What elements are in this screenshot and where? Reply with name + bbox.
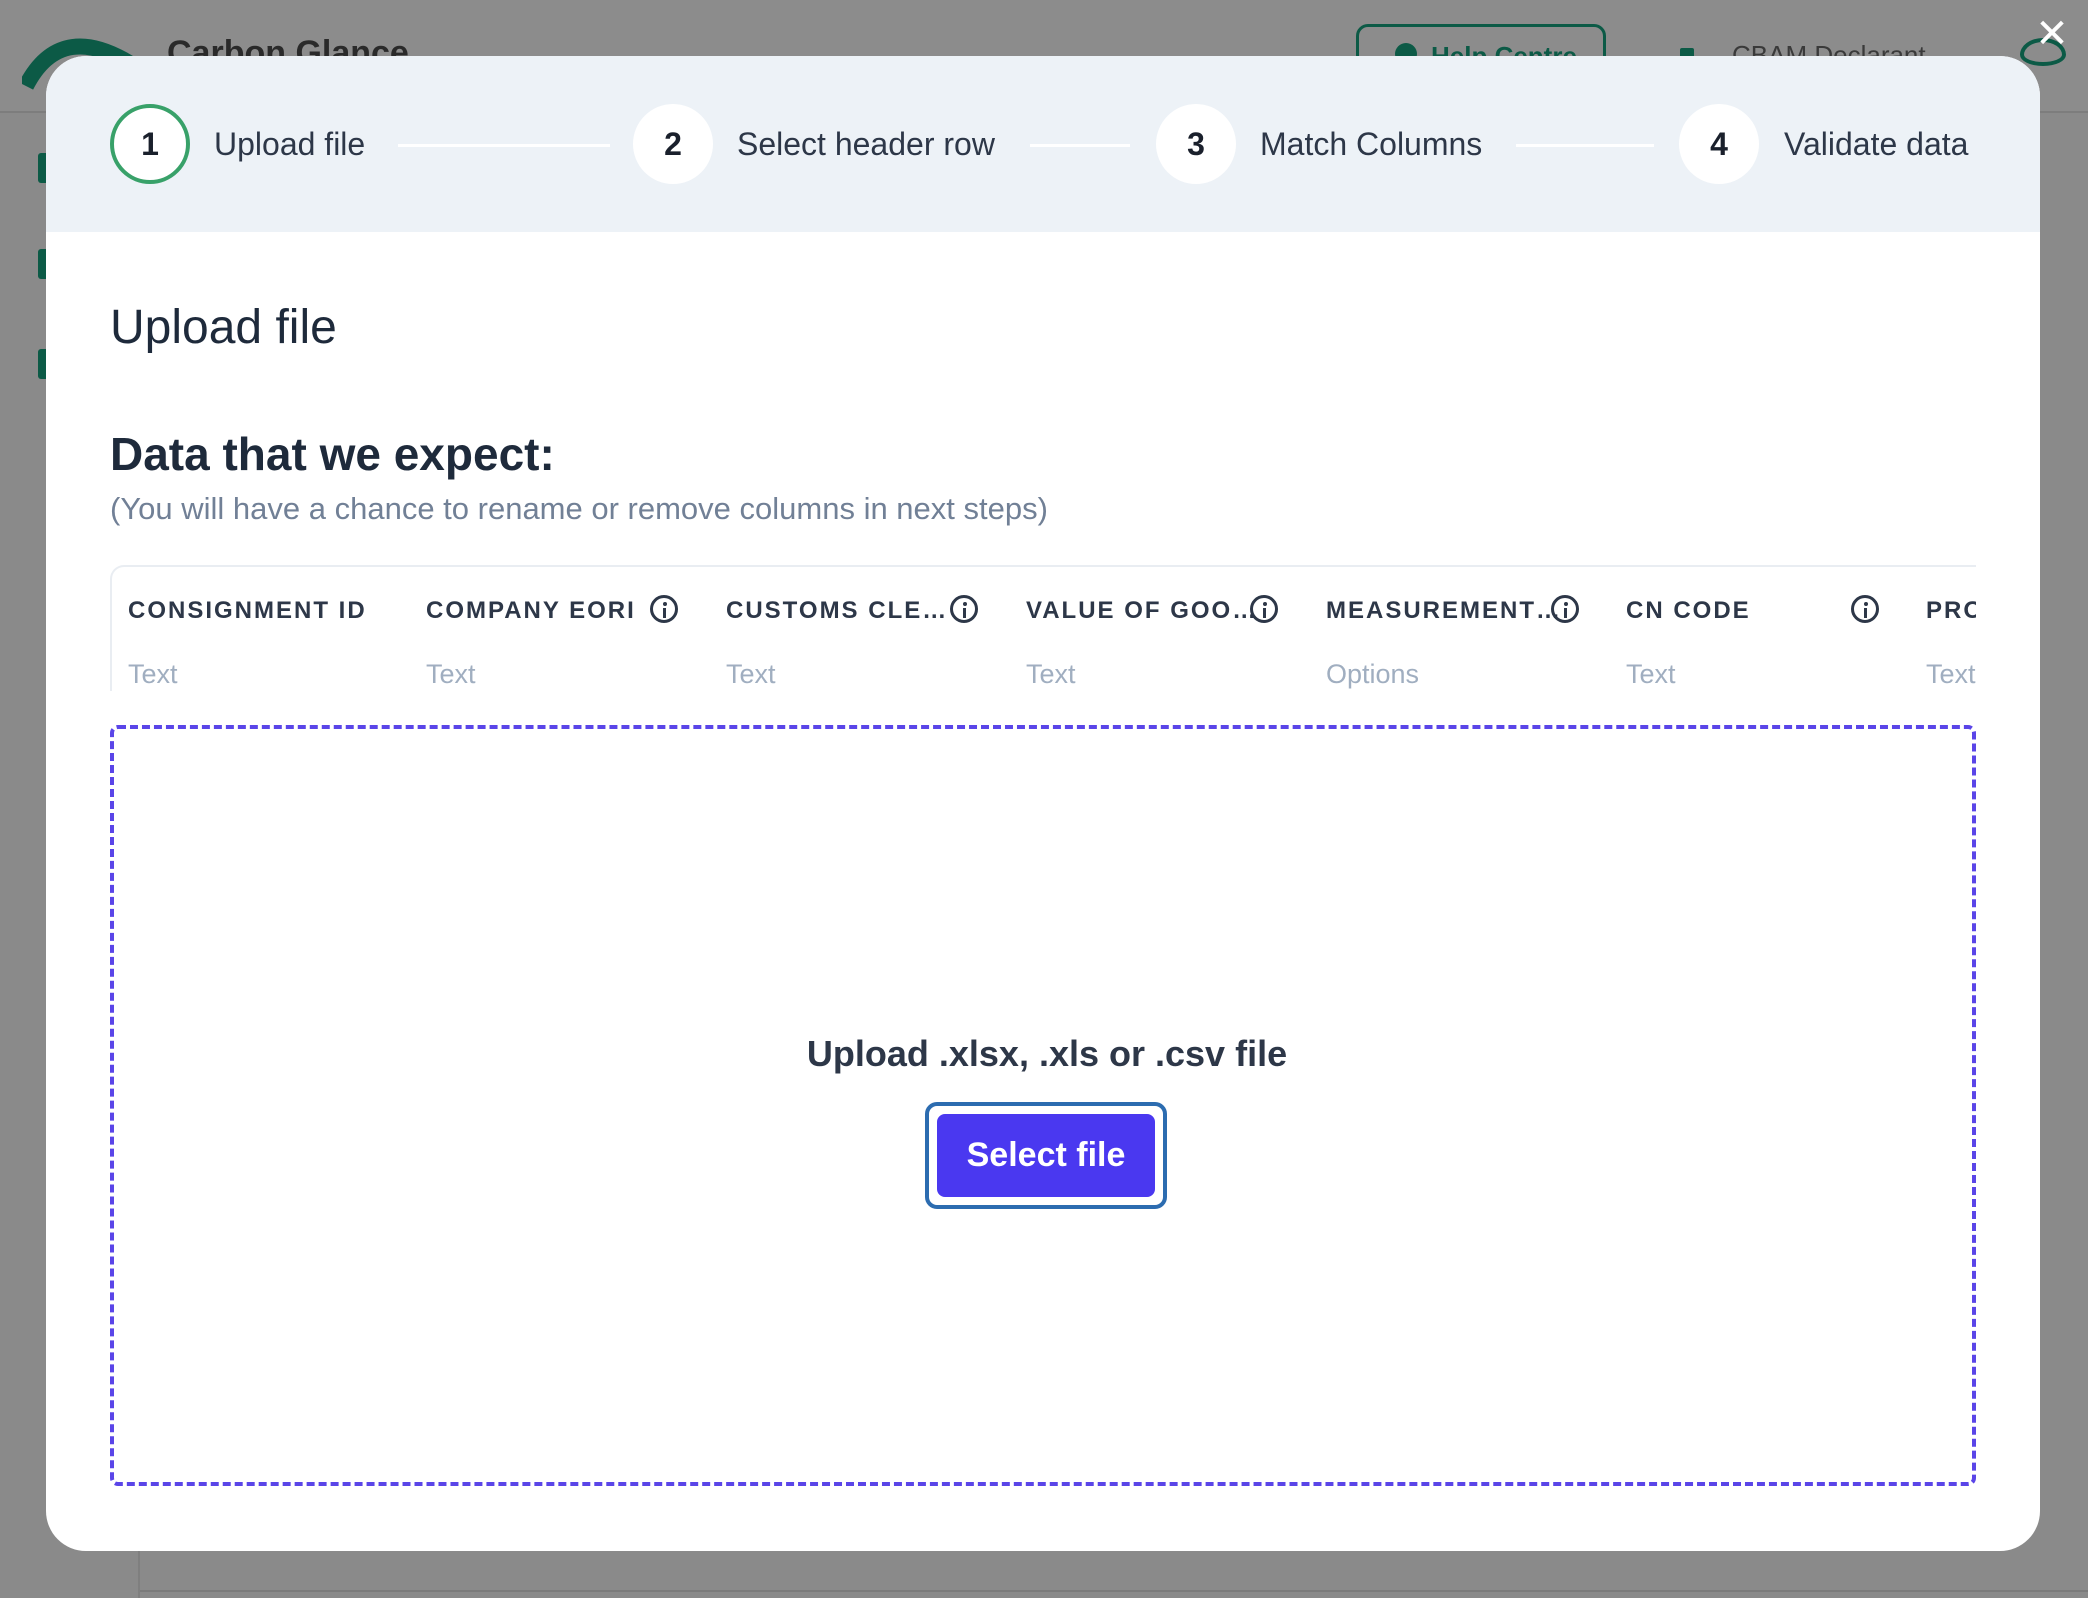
step-4-circle: 4 bbox=[1679, 104, 1759, 184]
expected-data-heading: Data that we expect: bbox=[110, 428, 555, 480]
step-1-circle: 1 bbox=[110, 104, 190, 184]
step-connector bbox=[1516, 144, 1654, 147]
column-measurement: MEASUREMENT… Options bbox=[1310, 567, 1610, 691]
column-header: VALUE OF GOO… bbox=[1026, 597, 1259, 624]
column-consignment-id: CONSIGNMENT ID Text bbox=[112, 567, 412, 691]
column-type: Text bbox=[426, 659, 476, 689]
stepper: 1 Upload file 2 Select header row 3 Matc… bbox=[46, 56, 2040, 232]
expected-data-hint: (You will have a chance to rename or rem… bbox=[110, 491, 1048, 526]
expected-columns-table: CONSIGNMENT ID Text COMPANY EORI Text CU… bbox=[110, 565, 1976, 691]
upload-dialog: 1 Upload file 2 Select header row 3 Matc… bbox=[46, 56, 2040, 1551]
column-type: Text bbox=[1626, 659, 1676, 689]
step-3-circle: 3 bbox=[1156, 104, 1236, 184]
file-dropzone[interactable]: Upload .xlsx, .xls or .csv file Select f… bbox=[110, 725, 1976, 1486]
column-customs-clearance: CUSTOMS CLE… Text bbox=[710, 567, 1010, 691]
column-type: Text bbox=[726, 659, 776, 689]
dropzone-instructions: Upload .xlsx, .xls or .csv file bbox=[806, 1033, 1288, 1074]
divider bbox=[140, 1590, 2088, 1592]
column-header: CONSIGNMENT ID bbox=[128, 597, 367, 624]
step-connector bbox=[398, 144, 610, 147]
step-4-label: Validate data bbox=[1784, 126, 1969, 162]
page-title: Upload file bbox=[110, 301, 337, 354]
column-pro: PRO Text bbox=[1910, 567, 1976, 691]
column-header: CN CODE bbox=[1626, 597, 1751, 624]
step-1-label: Upload file bbox=[214, 126, 366, 162]
column-header: COMPANY EORI bbox=[426, 597, 636, 624]
column-value-of-goods: VALUE OF GOO… Text bbox=[1010, 567, 1310, 691]
step-2-label: Select header row bbox=[737, 126, 995, 162]
column-header: MEASUREMENT… bbox=[1326, 597, 1563, 624]
select-file-focus-ring: Select file bbox=[925, 1102, 1167, 1209]
column-type: Options bbox=[1326, 659, 1420, 689]
column-type: Text bbox=[1026, 659, 1076, 689]
column-header: CUSTOMS CLE… bbox=[726, 597, 949, 624]
info-icon[interactable] bbox=[950, 595, 978, 623]
info-icon[interactable] bbox=[1250, 595, 1278, 623]
step-3-label: Match Columns bbox=[1260, 126, 1483, 162]
step-connector bbox=[1030, 144, 1130, 147]
column-type: Text bbox=[128, 659, 178, 689]
step-2-circle: 2 bbox=[633, 104, 713, 184]
column-cn-code: CN CODE Text bbox=[1610, 567, 1910, 691]
column-type: Text bbox=[1926, 659, 1976, 689]
info-icon[interactable] bbox=[1551, 595, 1579, 623]
close-icon[interactable]: ✕ bbox=[2032, 14, 2072, 54]
column-header: PRO bbox=[1926, 597, 1976, 624]
column-company-eori: COMPANY EORI Text bbox=[410, 567, 710, 691]
info-icon[interactable] bbox=[650, 595, 678, 623]
info-icon[interactable] bbox=[1851, 595, 1879, 623]
select-file-button[interactable]: Select file bbox=[937, 1114, 1155, 1197]
